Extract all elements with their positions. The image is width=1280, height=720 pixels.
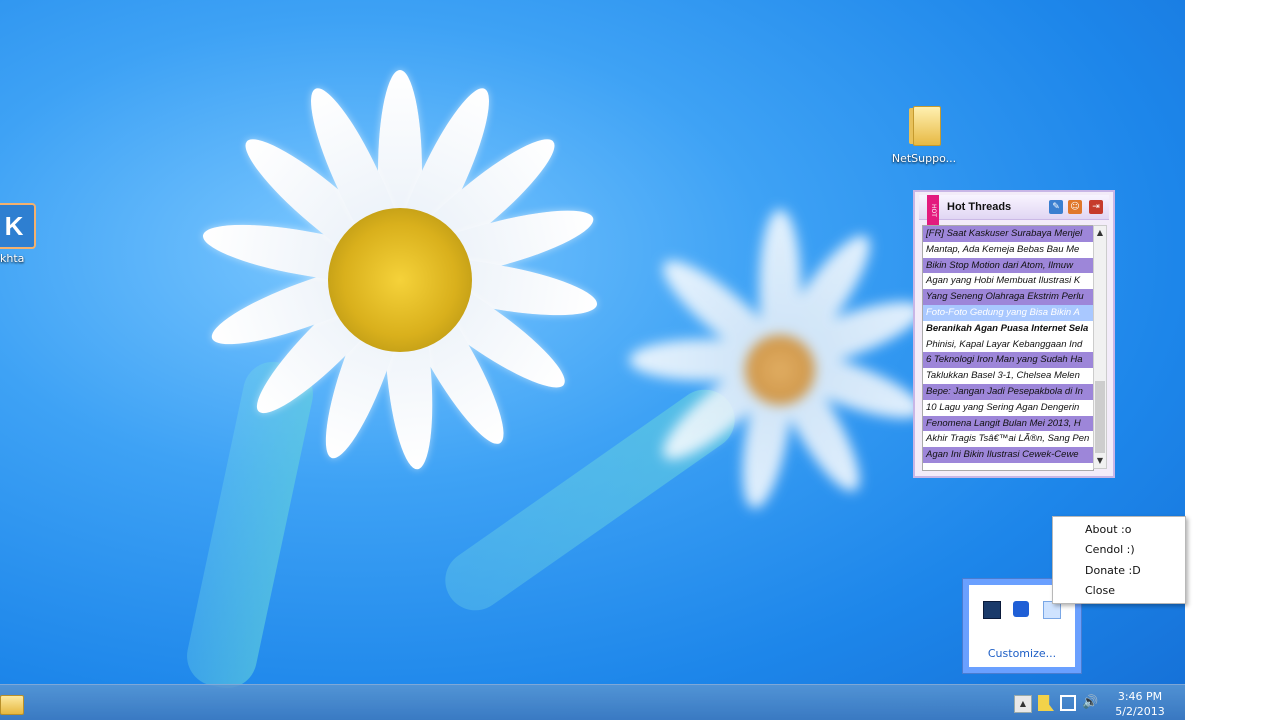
thread-item[interactable]: Mantap, Ada Kemeja Bebas Bau Me [923, 242, 1093, 258]
thread-item[interactable]: Fenomena Langit Bulan Mei 2013, H [923, 415, 1093, 432]
edit-icon[interactable]: ✎ [1049, 200, 1063, 214]
thread-item[interactable]: Agan Ini Bikin Ilustrasi Cewek-Cewe [923, 447, 1093, 463]
widget-title: Hot Threads [947, 201, 1012, 213]
widget-header: HOT Hot Threads ✎ ☺ ⇥ [919, 195, 1109, 225]
hot-threads-widget: HOT Hot Threads ✎ ☺ ⇥ [FR] Saat Kaskuser… [913, 190, 1115, 478]
desktop-icon-label: NetSuppo... [891, 152, 957, 165]
thread-item[interactable]: Beranikah Agan Puasa Internet Sela [923, 321, 1093, 337]
show-hidden-icons-button[interactable]: ▲ [1014, 695, 1032, 713]
thread-list: [FR] Saat Kaskuser Surabaya Menjel Manta… [922, 225, 1094, 471]
thread-item[interactable]: 10 Lagu yang Sering Agan Dengerin [923, 400, 1093, 416]
menu-item-close[interactable]: Close [1085, 584, 1115, 597]
file-explorer-icon[interactable] [0, 689, 24, 717]
folder-icon [907, 104, 941, 146]
taskbar: ▲ 🔊 3:46 PM 5/2/2013 [0, 684, 1185, 720]
thread-item[interactable]: [FR] Saat Kaskuser Surabaya Menjel [923, 226, 1093, 242]
flower-stem [181, 356, 319, 694]
user-icon[interactable]: ☺ [1068, 200, 1082, 214]
desktop: NetSuppo... K khta HOT Hot Threads ✎ ☺ ⇥… [0, 0, 1185, 720]
desktop-icon-label: khta [0, 252, 25, 265]
kaskus-app-icon[interactable]: K [0, 203, 36, 249]
chevron-up-icon[interactable]: ▲ [1094, 226, 1106, 240]
exit-icon[interactable]: ⇥ [1089, 200, 1103, 214]
thread-item[interactable]: Akhir Tragis Tsâ€™ai LÃ®n, Sang Pen [923, 431, 1093, 447]
puzzle-icon[interactable] [1013, 601, 1029, 617]
monitor-icon[interactable] [983, 601, 1001, 619]
scroll-thumb[interactable] [1095, 381, 1105, 453]
desktop-folder-icon[interactable]: NetSuppo... [890, 104, 958, 165]
taskbar-clock[interactable]: 3:46 PM 5/2/2013 [1110, 689, 1170, 719]
thread-item[interactable]: Taklukkan Basel 3-1, Chelsea Melen [923, 368, 1093, 384]
context-menu: About :o Cendol :) Donate :D Close [1052, 516, 1186, 604]
clock-date: 5/2/2013 [1115, 705, 1165, 718]
menu-item-cendol[interactable]: Cendol :) [1085, 543, 1135, 556]
thread-item[interactable]: Phinisi, Kapal Layar Kebanggaan Ind [923, 337, 1093, 353]
chevron-down-icon[interactable]: ▼ [1094, 454, 1106, 468]
customize-link[interactable]: Customize... [969, 647, 1075, 660]
menu-item-about[interactable]: About :o [1085, 523, 1131, 536]
action-center-icon[interactable] [1038, 695, 1054, 711]
thread-item[interactable]: Yang Seneng Olahraga Ekstrim Perlu [923, 289, 1093, 305]
hot-ribbon: HOT [927, 195, 939, 225]
menu-item-donate[interactable]: Donate :D [1085, 564, 1141, 577]
thread-item[interactable]: Foto-Foto Gedung yang Bisa Bikin A [923, 304, 1093, 321]
thread-item[interactable]: Bepe: Jangan Jadi Pesepakbola di In [923, 383, 1093, 400]
thread-item[interactable]: Bikin Stop Motion dari Atom, Ilmuw [923, 257, 1093, 274]
network-icon[interactable] [1060, 695, 1076, 711]
clock-time: 3:46 PM [1117, 690, 1163, 703]
thread-item[interactable]: 6 Teknologi Iron Man yang Sudah Ha [923, 352, 1093, 369]
volume-icon[interactable]: 🔊 [1082, 695, 1098, 711]
thread-item[interactable]: Agan yang Hobi Membuat Ilustrasi K [923, 273, 1093, 289]
thread-scrollbar[interactable]: ▲ ▼ [1093, 225, 1107, 469]
